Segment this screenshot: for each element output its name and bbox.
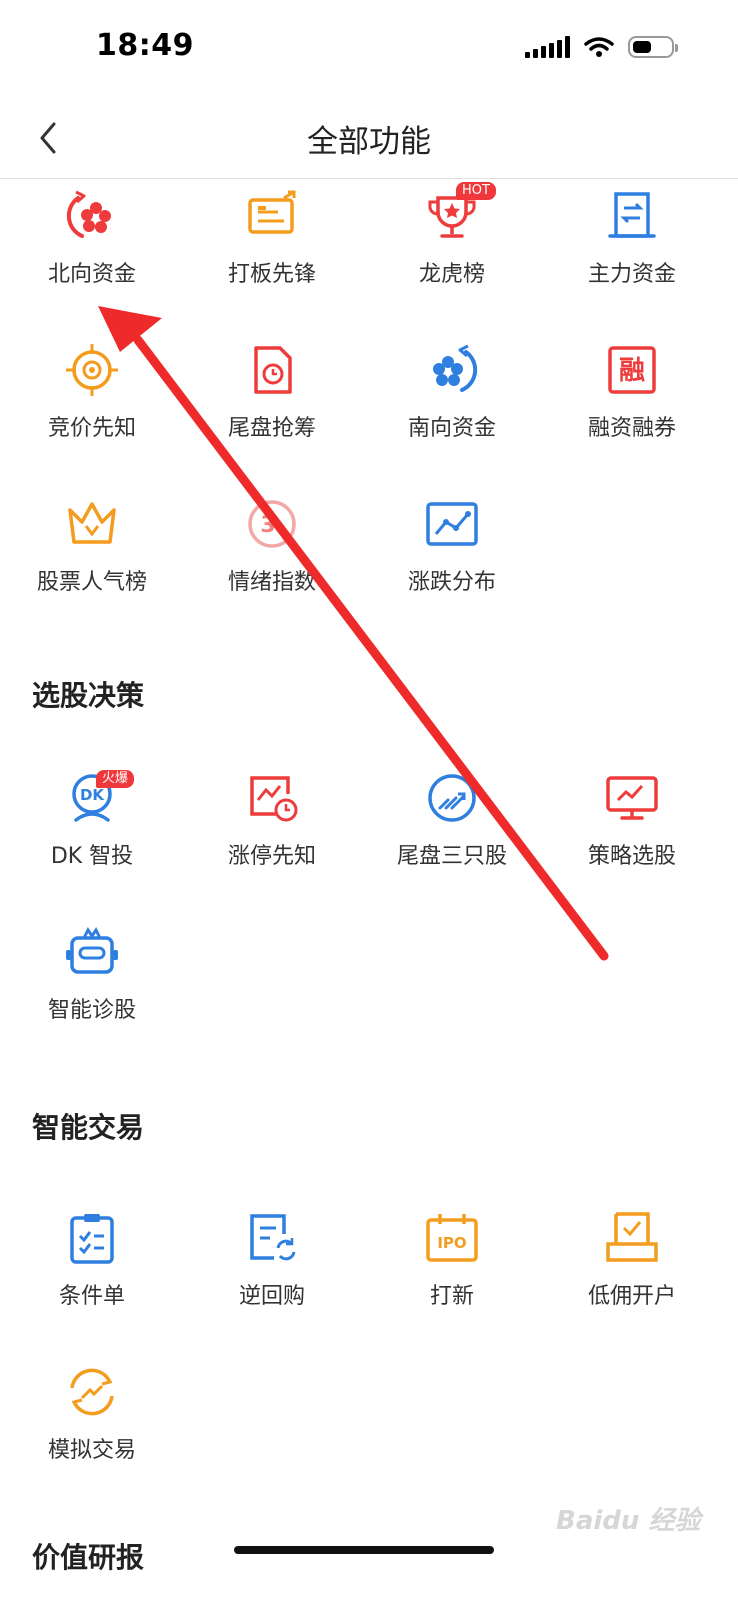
hot-badge: HOT <box>456 182 496 200</box>
crosshair-icon <box>66 344 118 396</box>
feature-label: 智能诊股 <box>47 998 136 1023</box>
feature-auction-insight[interactable]: 竞价先知 <box>0 332 184 486</box>
feature-label: 尾盘抢筹 <box>227 416 316 441</box>
hot-badge: 火爆 <box>96 770 135 788</box>
section-title-smart-trading: 智能交易 <box>32 1111 145 1144</box>
wifi-icon <box>584 37 614 57</box>
feature-dk-smart-invest[interactable]: DK 火爆 DK 智投 <box>0 760 184 914</box>
status-icons <box>525 36 678 58</box>
feature-conditional-order[interactable]: 条件单 <box>0 1200 184 1354</box>
status-time: 18:49 <box>96 28 194 63</box>
status-bar: 18:49 <box>0 0 738 100</box>
feature-main-capital[interactable]: 主力资金 <box>540 178 724 332</box>
robot-icon <box>66 927 118 974</box>
feature-label: 龙虎榜 <box>418 262 485 287</box>
ipo-calendar-icon: IPO <box>426 1214 478 1262</box>
cycle-trend-icon <box>70 1368 114 1416</box>
feature-label: 股票人气榜 <box>36 570 147 595</box>
chart-clock-icon <box>250 776 298 822</box>
feature-margin-trading[interactable]: 融 融资融券 <box>540 332 724 486</box>
feature-label: 策略选股 <box>587 844 676 869</box>
cellular-signal-icon <box>525 36 570 58</box>
rong-character-icon: 融 <box>608 346 656 394</box>
bauhinia-south-icon <box>433 344 478 392</box>
feature-reverse-repo[interactable]: 逆回购 <box>180 1200 364 1354</box>
feature-label: 主力资金 <box>587 262 676 287</box>
feature-south-capital[interactable]: 南向资金 <box>360 332 544 486</box>
battery-icon <box>628 36 678 58</box>
feature-close-rush[interactable]: 尾盘抢筹 <box>180 332 364 486</box>
feature-label: 模拟交易 <box>47 1438 136 1463</box>
feature-label: 南向资金 <box>407 416 496 441</box>
section-title-stock-selection: 选股决策 <box>32 679 145 712</box>
feature-limit-up-pioneer[interactable]: 打板先锋 <box>180 178 364 332</box>
feature-label: 北向资金 <box>47 262 136 287</box>
rong-text: 融 <box>619 356 645 386</box>
board-target-icon <box>248 190 296 234</box>
feature-rise-fall-distribution[interactable]: 涨跌分布 <box>360 486 544 640</box>
feature-label: DK 智投 <box>50 844 134 869</box>
home-indicator <box>234 1546 494 1554</box>
feature-closing-three-stocks[interactable]: 尾盘三只股 <box>360 760 544 914</box>
sentiment-gauge-icon: 3 <box>248 500 296 548</box>
dk-text: DK <box>80 786 105 804</box>
feature-label: 涨跌分布 <box>407 570 496 595</box>
crown-icon <box>68 502 116 544</box>
baidu-watermark: Baidu 经验 <box>556 1506 701 1536</box>
feature-sentiment-index[interactable]: 3 情绪指数 <box>180 486 364 640</box>
feature-label: 打板先锋 <box>227 262 316 287</box>
feature-label: 逆回购 <box>238 1284 305 1309</box>
feature-smart-diagnosis[interactable]: 智能诊股 <box>0 914 184 1068</box>
page-title: 全部功能 <box>307 124 431 160</box>
feature-label: 条件单 <box>58 1284 125 1309</box>
feature-north-capital[interactable]: 北向资金 <box>0 178 184 332</box>
emotion-text: 3 <box>260 513 275 538</box>
feature-limit-up-insight[interactable]: 涨停先知 <box>180 760 364 914</box>
feature-label: 低佣开户 <box>587 1284 676 1309</box>
feature-dragon-tiger-list[interactable]: HOT 龙虎榜 <box>360 178 544 332</box>
clipboard-checklist-icon <box>70 1214 114 1264</box>
feature-strategy-selection[interactable]: 策略选股 <box>540 760 724 914</box>
nav-bar: 全部功能 <box>0 100 738 179</box>
feature-label: 竞价先知 <box>47 416 136 441</box>
feature-simulated-trading[interactable]: 模拟交易 <box>0 1354 184 1508</box>
account-open-icon <box>606 1212 658 1262</box>
ipo-text: IPO <box>437 1234 466 1252</box>
document-clock-icon <box>254 346 292 394</box>
trend-circle-icon <box>428 774 476 822</box>
feature-label: 情绪指数 <box>227 570 316 595</box>
feature-stock-popularity[interactable]: 股票人气榜 <box>0 486 184 640</box>
bauhinia-north-icon <box>66 190 111 238</box>
document-refresh-icon <box>250 1214 296 1261</box>
section-title-value-research: 价值研报 <box>32 1541 145 1574</box>
feature-label: 打新 <box>429 1284 474 1309</box>
feature-label: 尾盘三只股 <box>396 844 507 869</box>
feature-label: 融资融券 <box>587 416 676 441</box>
feature-ipo-subscription[interactable]: IPO 打新 <box>360 1200 544 1354</box>
line-chart-icon <box>426 502 478 546</box>
exchange-door-icon <box>608 192 656 238</box>
feature-low-commission-account[interactable]: 低佣开户 <box>540 1200 724 1354</box>
monitor-chart-icon <box>606 776 658 820</box>
feature-label: 涨停先知 <box>227 844 316 869</box>
